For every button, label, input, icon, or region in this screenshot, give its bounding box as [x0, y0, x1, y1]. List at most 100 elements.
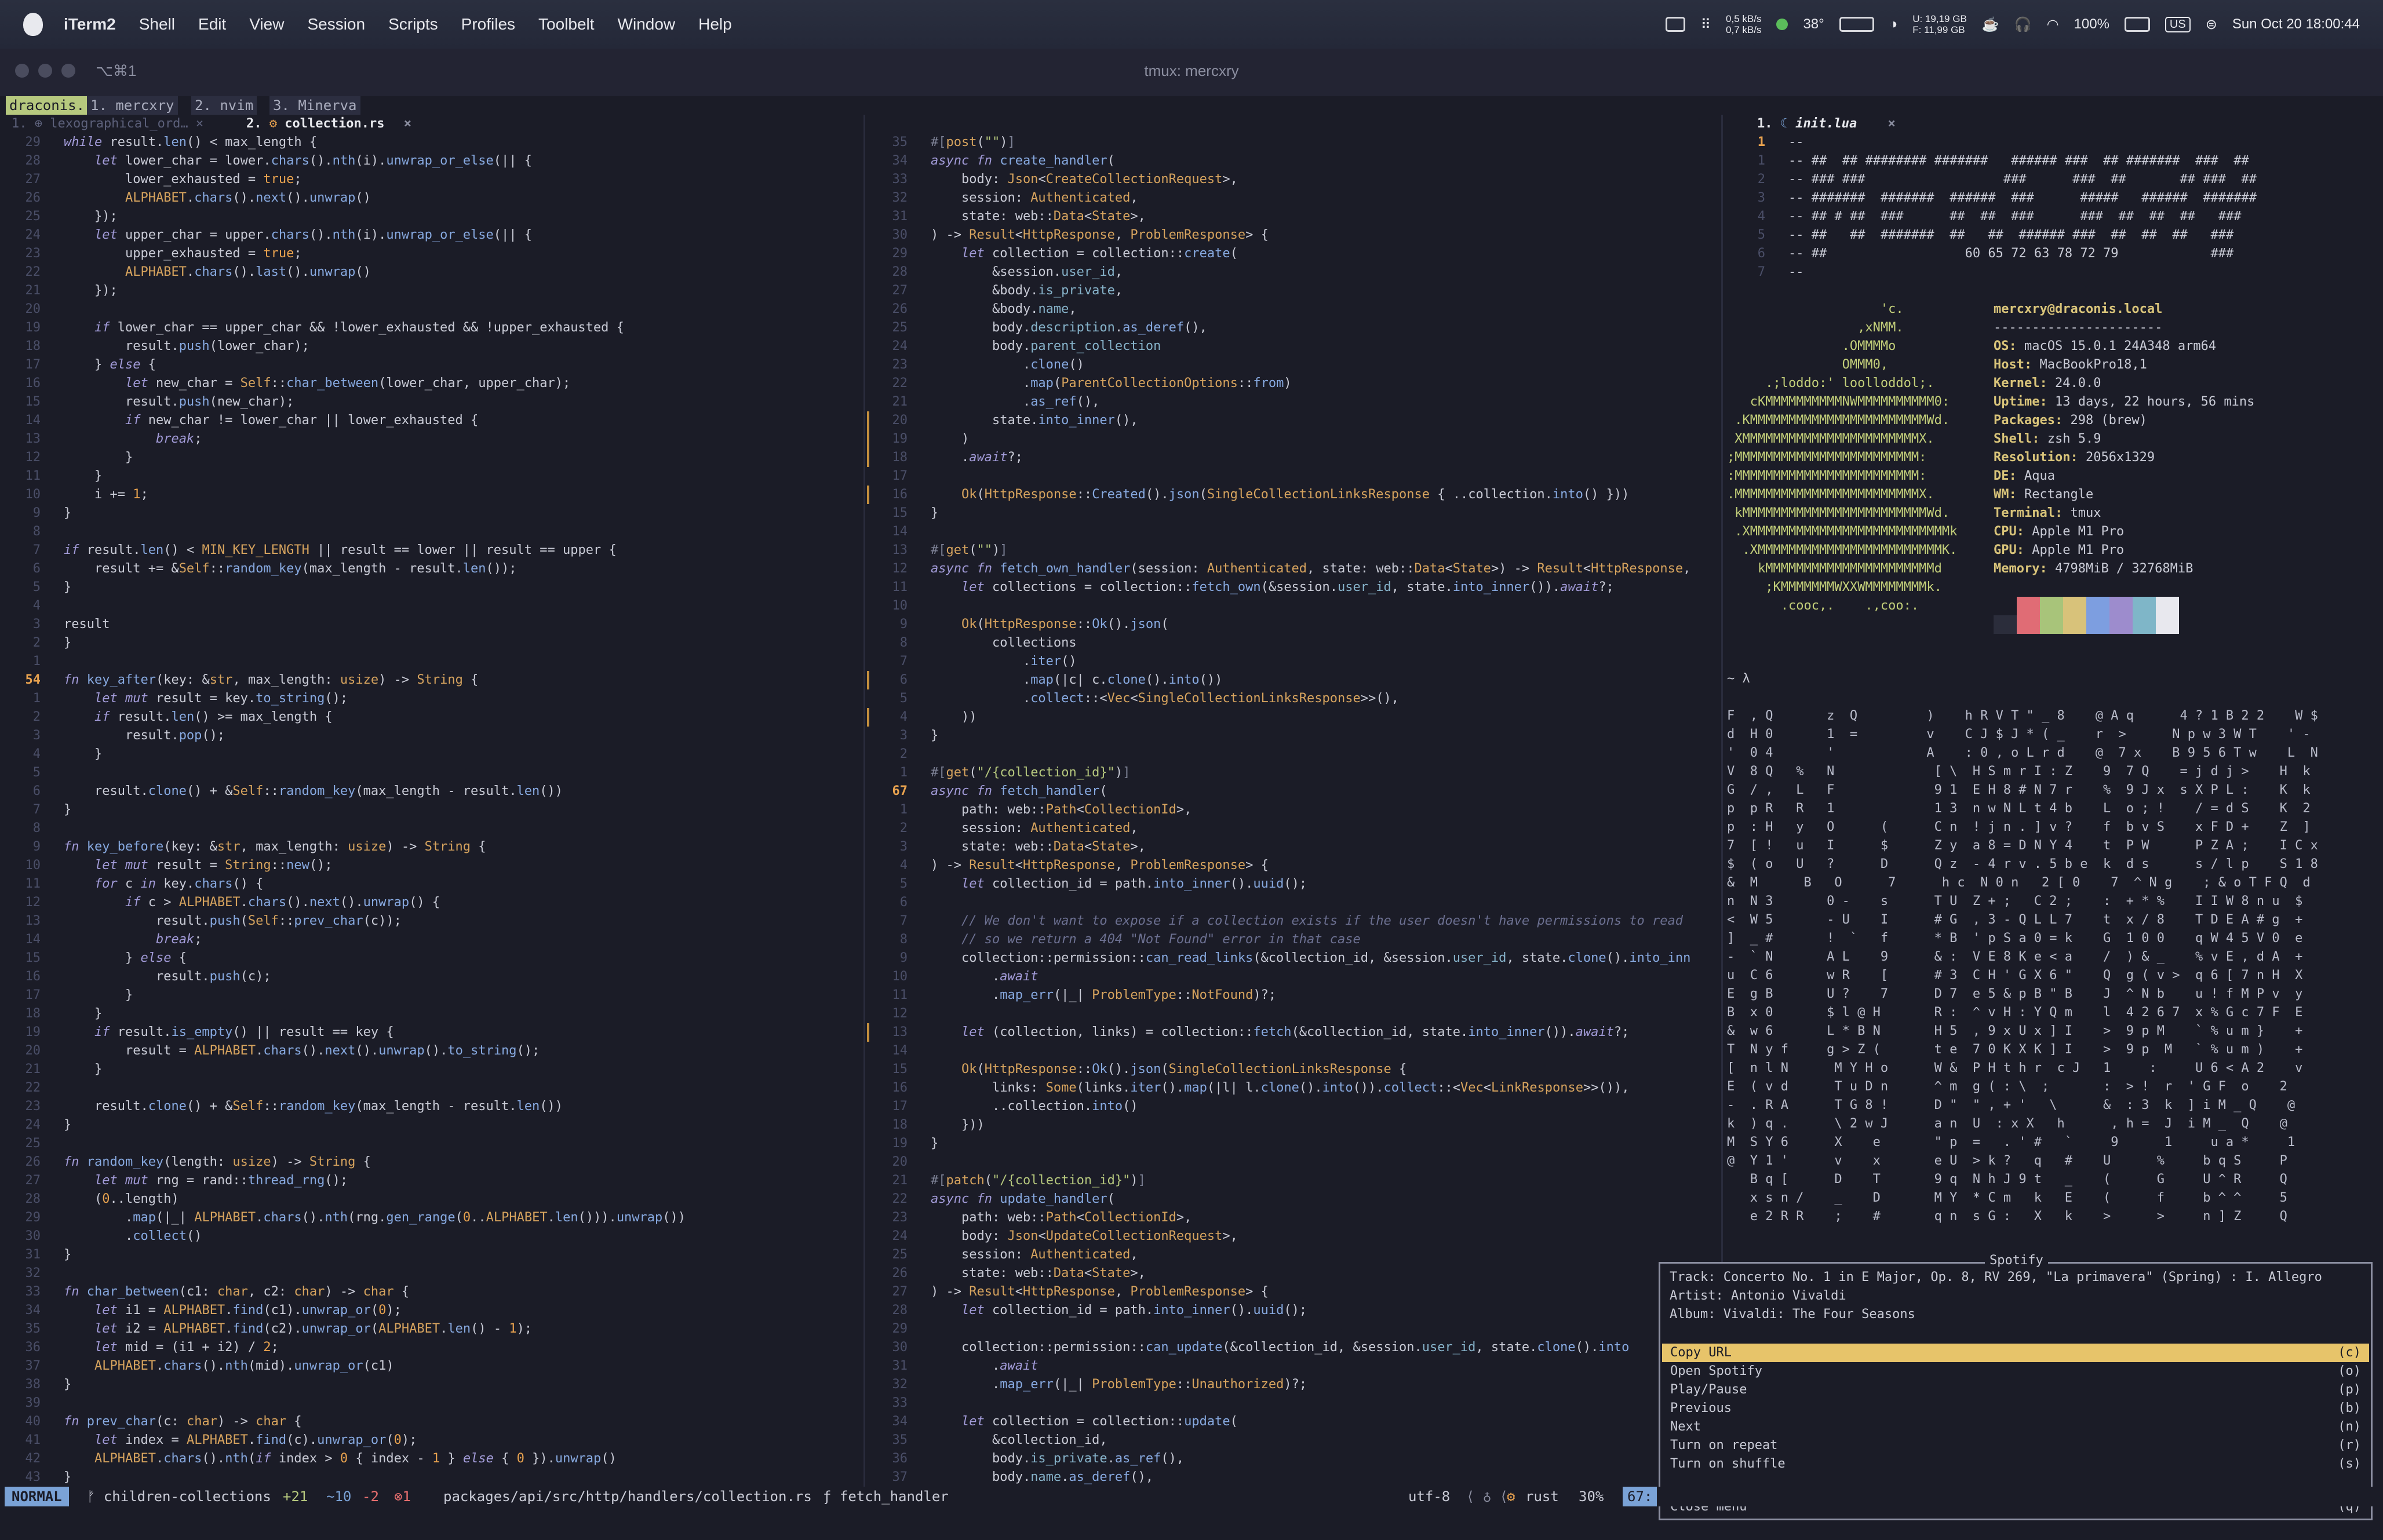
pane-divider[interactable]	[863, 115, 865, 1487]
code-line[interactable]: -- ####### ####### ###### ### ##### ####…	[1788, 189, 2257, 207]
spotify-menu-item[interactable]: Play/Pause (p)	[1662, 1381, 2369, 1399]
code-line[interactable]: body: Json<UpdateCollectionRequest>,	[931, 1227, 1238, 1246]
code-line[interactable]: for c in key.chars() {	[64, 875, 263, 893]
menu-view[interactable]: View	[249, 15, 284, 34]
code-line[interactable]: ALPHABET.chars().nth(mid).unwrap_or(c1)	[64, 1357, 394, 1375]
code-line[interactable]: .map(ParentCollectionOptions::from)	[931, 374, 1292, 393]
menu-profiles[interactable]: Profiles	[461, 15, 515, 34]
code-line[interactable]: &collection_id,	[931, 1431, 1107, 1450]
code-line[interactable]: &session.user_id,	[931, 263, 1123, 282]
code-line[interactable]: });	[64, 282, 118, 300]
cpu-graph-icon[interactable]	[1839, 17, 1874, 32]
code-line[interactable]: -- ## ## ####### ## ## ###### ### ## ## …	[1788, 226, 2233, 244]
input-source-badge[interactable]: US	[2165, 16, 2191, 32]
code-line[interactable]: .map(|c| c.clone().into())	[931, 671, 1222, 689]
code-line[interactable]: .as_ref(),	[931, 393, 1099, 411]
init-lua-pane[interactable]: 1. ☾ init.lua × 1 -- 1 -- ## ## ######## ##…	[1725, 115, 2383, 289]
menu-help[interactable]: Help	[698, 15, 732, 34]
code-line[interactable]: body.parent_collection	[931, 337, 1161, 356]
battery-text[interactable]: 100%	[2074, 16, 2109, 32]
code-line[interactable]: let mid = (i1 + i2) / 2;	[64, 1338, 279, 1357]
code-line[interactable]: }	[64, 1116, 71, 1134]
code-line[interactable]: result.push(c);	[64, 968, 271, 986]
code-line[interactable]: ) -> Result<HttpResponse, ProblemRespons…	[931, 1283, 1269, 1301]
code-line[interactable]: Ok(HttpResponse::Created().json(SingleCo…	[931, 486, 1629, 504]
code-line[interactable]: } else {	[64, 356, 156, 374]
code-line[interactable]: .collect()	[64, 1227, 202, 1246]
code-line[interactable]: break;	[64, 430, 202, 448]
code-line[interactable]: let mut result = String::new();	[64, 856, 333, 875]
code-line[interactable]: session: Authenticated,	[931, 819, 1138, 838]
code-line[interactable]: .map(|_| ALPHABET.chars().nth(rng.gen_ra…	[64, 1209, 686, 1227]
code-line[interactable]: result.pop();	[64, 727, 225, 745]
menu-toolbelt[interactable]: Toolbelt	[538, 15, 595, 34]
code-line[interactable]: if c > ALPHABET.chars().next().unwrap() …	[64, 893, 440, 912]
code-line[interactable]: if result.len() < MIN_KEY_LENGTH || resu…	[64, 541, 617, 560]
tmux-window-1[interactable]: 1. mercxry	[87, 96, 178, 115]
code-line[interactable]: --	[1788, 133, 1804, 152]
code-line[interactable]: let mut rng = rand::thread_rng();	[64, 1172, 348, 1190]
menu-window[interactable]: Window	[618, 15, 676, 34]
editor-pane-left[interactable]: 1. ⊕ lexographical_ord… × 2. ⚙ collectio…	[0, 115, 863, 1487]
code-line[interactable]: .await	[931, 968, 1039, 986]
code-line[interactable]: result.clone() + &Self::random_key(max_l…	[64, 782, 563, 801]
code-line[interactable]: async fn create_handler(	[931, 152, 1115, 170]
spotify-menu-item[interactable]: Turn on shuffle (s)	[1662, 1455, 2369, 1473]
menu-scripts[interactable]: Scripts	[388, 15, 438, 34]
code-line[interactable]: if lower_char == upper_char && !lower_ex…	[64, 319, 624, 337]
spotify-menu-item[interactable]: Copy URL (c)	[1662, 1344, 2369, 1362]
code-line[interactable]: state.into_inner(),	[931, 411, 1138, 430]
code-line[interactable]: state: web::Data<State>,	[931, 207, 1146, 226]
code-line[interactable]: let collections = collection::fetch_own(…	[931, 578, 1614, 597]
buffer-close-icon[interactable]: ×	[1888, 116, 1895, 131]
code-line[interactable]: if result.is_empty() || result == key {	[64, 1023, 394, 1042]
code-line[interactable]: body: Json<CreateCollectionRequest>,	[931, 170, 1238, 189]
code-line[interactable]: } else {	[64, 949, 187, 968]
code-line[interactable]: path: web::Path<CollectionId>,	[931, 1209, 1192, 1227]
buffer-tab-lexographical[interactable]: 1. ⊕ lexographical_ord… ×	[12, 115, 203, 133]
code-line[interactable]: }	[64, 745, 102, 764]
code-line[interactable]: }))	[931, 1116, 985, 1134]
temperature-text[interactable]: 38°	[1803, 16, 1824, 32]
code-line[interactable]: #[get("")]	[931, 541, 1008, 560]
code-line[interactable]: .clone()	[931, 356, 1084, 374]
window-manager-icon[interactable]	[1666, 17, 1686, 32]
menu-app-name[interactable]: iTerm2	[64, 15, 116, 34]
control-center-icon[interactable]: ⊜	[2206, 16, 2217, 33]
code-line[interactable]: }	[64, 578, 71, 597]
code-line[interactable]: let collection_id = path.into_inner().uu…	[931, 1301, 1307, 1320]
wifi-icon[interactable]: ◠	[2047, 16, 2059, 33]
menu-session[interactable]: Session	[307, 15, 365, 34]
code-line[interactable]: }	[64, 801, 71, 819]
code-line[interactable]: fn key_after(key: &str, max_length: usiz…	[64, 671, 478, 689]
code-line[interactable]: .collect::<Vec<SingleCollectionLinksResp…	[931, 689, 1399, 708]
buffer-tab-init-lua[interactable]: 1. ☾ init.lua ×	[1757, 115, 1896, 133]
code-line[interactable]: -- ## ## ######## ####### ###### ### ## …	[1788, 152, 2249, 170]
terminal-pane[interactable]: ~ λ F , Q z Q ) h R V T " _ 8 @ A q 4 ? …	[1725, 670, 2383, 1255]
code-line[interactable]: break;	[64, 930, 202, 949]
buffer-tab-collection[interactable]: 2. ⚙ collection.rs ×	[246, 115, 411, 133]
code-line[interactable]: async fn fetch_handler(	[931, 782, 1107, 801]
code-line[interactable]: )	[931, 430, 969, 448]
code-line[interactable]: &body.name,	[931, 300, 1077, 319]
code-line[interactable]: body.is_private.as_ref(),	[931, 1450, 1184, 1468]
grid-icon[interactable]: ⠿	[1700, 16, 1711, 33]
code-line[interactable]: .map_err(|_| ProblemType::NotFound)?;	[931, 986, 1276, 1005]
code-line[interactable]: result.clone() + &Self::random_key(max_l…	[64, 1097, 563, 1116]
code-line[interactable]: --	[1788, 263, 1804, 282]
disk-stats[interactable]: U: 19,19 GB F: 11,99 GB	[1912, 13, 1967, 35]
code-line[interactable]: }	[64, 1005, 102, 1023]
code-line[interactable]: let index = ALPHABET.find(c).unwrap_or(0…	[64, 1431, 417, 1450]
code-line[interactable]: async fn fetch_own_handler(session: Auth…	[931, 560, 1690, 578]
code-line[interactable]: }	[64, 1060, 102, 1079]
spotify-menu-item[interactable]: Turn on repeat (r)	[1662, 1436, 2369, 1455]
spotify-menu-item[interactable]: Next (n)	[1662, 1418, 2369, 1436]
code-line[interactable]: -- ## # ## ### ## ## ### ### ## ## ## ##…	[1788, 207, 2241, 226]
code-line[interactable]: i += 1;	[64, 486, 148, 504]
code-line[interactable]: &body.is_private,	[931, 282, 1123, 300]
battery-icon[interactable]	[2124, 17, 2150, 32]
datetime-text[interactable]: Sun Oct 20 18:00:44	[2232, 16, 2360, 32]
code-line[interactable]: result.push(new_char);	[64, 393, 294, 411]
code-line[interactable]: path: web::Path<CollectionId>,	[931, 801, 1192, 819]
code-line[interactable]: if new_char != lower_char || lower_exhau…	[64, 411, 478, 430]
